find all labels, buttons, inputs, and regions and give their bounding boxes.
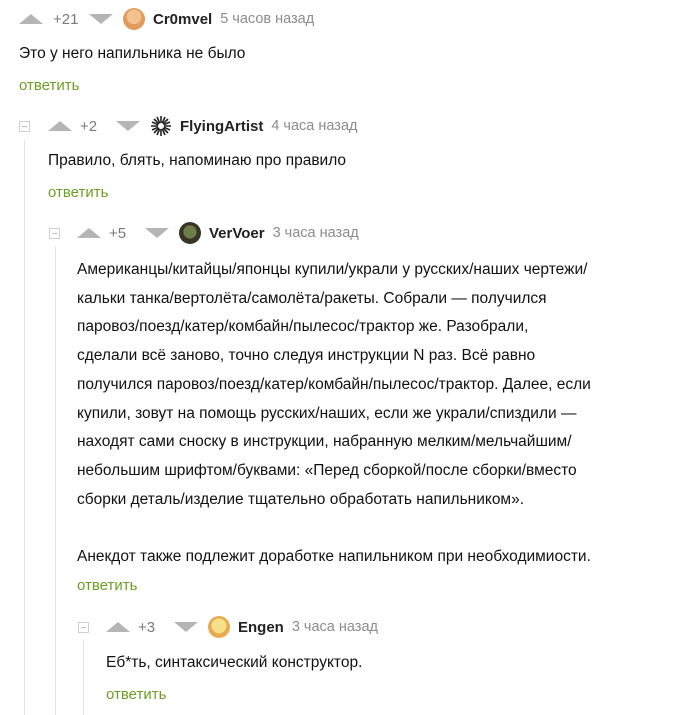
collapse-thread-icon[interactable] [49, 228, 60, 239]
comment-time: 4 часа назад [271, 118, 358, 134]
comment-text: Правило, блять, напоминаю про правило [48, 152, 347, 169]
reply-button[interactable]: ответить [106, 686, 166, 703]
comment-author[interactable]: VerVoer [209, 225, 265, 242]
comment-text: Американцы/китайцы/японцы купили/украли … [77, 261, 591, 566]
user-avatar-icon[interactable] [150, 115, 172, 137]
thread-line [83, 640, 84, 715]
comment-text: Это у него напильника не было [19, 45, 246, 62]
comment-rating: +2 [80, 117, 98, 135]
comment-time: 5 часов назад [220, 11, 315, 27]
upvote-icon[interactable] [19, 14, 43, 24]
comment-rating: +3 [138, 618, 156, 636]
thread-line [24, 140, 25, 715]
downvote-icon[interactable] [89, 14, 113, 24]
comment-author[interactable]: Cr0mvel [153, 11, 212, 28]
comment-time: 3 часа назад [272, 225, 359, 241]
user-avatar-icon[interactable] [123, 8, 145, 30]
downvote-icon[interactable] [145, 228, 169, 238]
comment-rating: +21 [53, 10, 79, 28]
comment-time: 3 часа назад [291, 619, 378, 635]
user-avatar-icon[interactable] [208, 616, 230, 638]
thread-line [55, 246, 56, 715]
comment-header: +5 VerVoer 3 часа назад [77, 221, 359, 245]
reply-button[interactable]: ответить [19, 77, 79, 94]
comment-author[interactable]: FlyingArtist [180, 118, 263, 135]
comment-author[interactable]: Engen [238, 619, 284, 636]
user-avatar-icon[interactable] [179, 222, 201, 244]
comment-header: +21 Cr0mvel 5 часов назад [19, 7, 314, 31]
upvote-icon[interactable] [106, 622, 130, 632]
comment-rating: +5 [109, 224, 127, 242]
upvote-icon[interactable] [77, 228, 101, 238]
comment-header: +3 Engen 3 часа назад [106, 615, 378, 639]
downvote-icon[interactable] [174, 622, 198, 632]
starburst-avatar-icon [151, 116, 171, 136]
comment-text: Еб*ть, синтаксический конструктор. [106, 654, 363, 671]
reply-button[interactable]: ответить [77, 577, 137, 594]
reply-button[interactable]: ответить [48, 184, 108, 201]
upvote-icon[interactable] [48, 121, 72, 131]
collapse-thread-icon[interactable] [78, 622, 89, 633]
collapse-thread-icon[interactable] [19, 121, 30, 132]
comment-header: +2 FlyingArtist 4 часа назад [48, 114, 357, 138]
downvote-icon[interactable] [116, 121, 140, 131]
